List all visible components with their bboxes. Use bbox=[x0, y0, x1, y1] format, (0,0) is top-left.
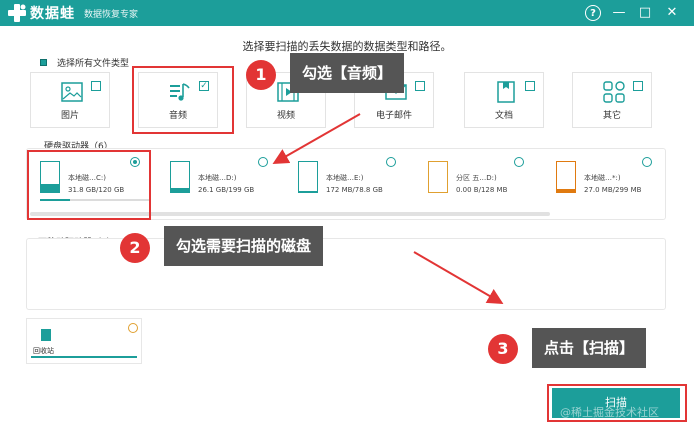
step-badge-1: 1 bbox=[246, 60, 276, 90]
callout-2: 勾选需要扫描的磁盘 bbox=[164, 226, 324, 266]
step-badge-2: 2 bbox=[120, 233, 150, 263]
arrow-to-removable bbox=[413, 251, 504, 305]
step-badge-3: 3 bbox=[488, 334, 518, 364]
app-window: { "titlebar": { "app_name": "数据蛙", "app_… bbox=[0, 0, 694, 428]
callout-1: 勾选【音频】 bbox=[290, 53, 405, 93]
arrow-to-drive-d bbox=[272, 113, 361, 164]
callout-3: 点击【扫描】 bbox=[532, 328, 647, 368]
